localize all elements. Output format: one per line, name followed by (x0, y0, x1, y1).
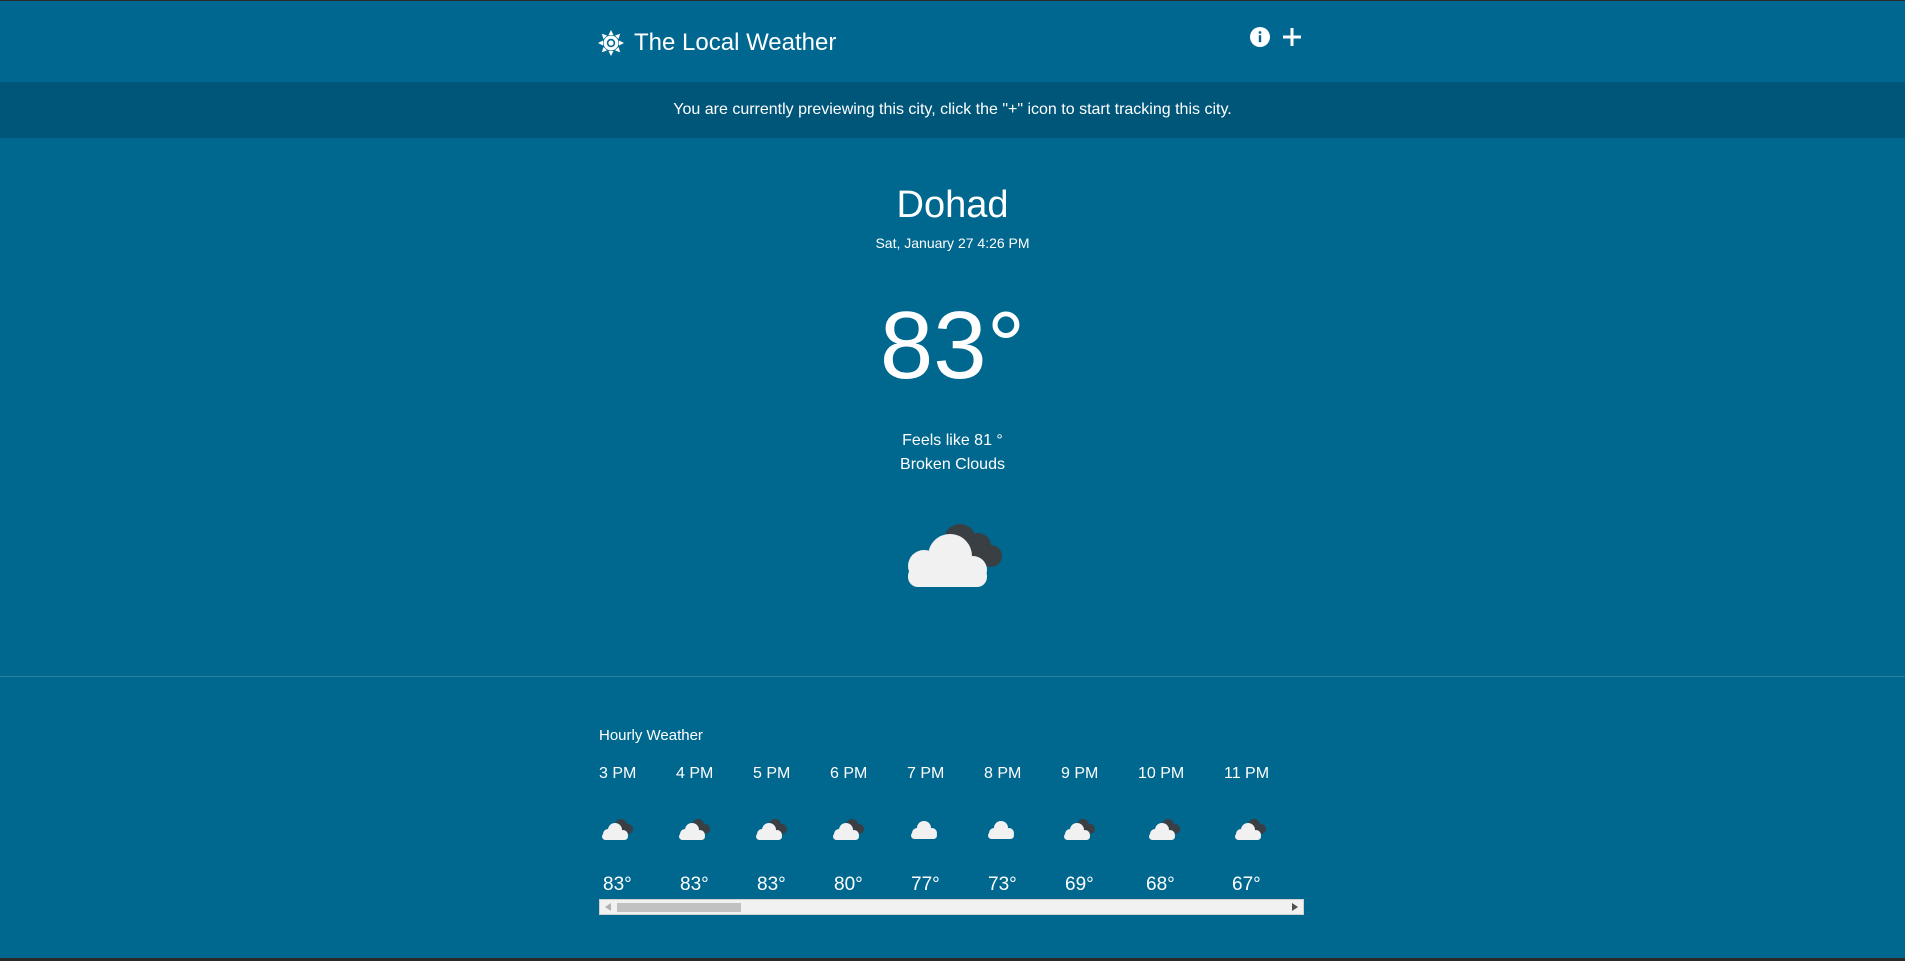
broken-clouds-icon (833, 819, 864, 840)
scroll-left-arrow[interactable] (603, 902, 613, 912)
broken-clouds-icon (1235, 819, 1266, 840)
feels-like: Feels like 81 ° (902, 432, 1003, 449)
hour-time: 5 PM (753, 765, 791, 782)
hour-time: 4 PM (676, 765, 714, 782)
broken-clouds-icon (908, 524, 1002, 587)
hour-time: 6 PM (830, 765, 868, 782)
broken-clouds-icon (1149, 819, 1180, 840)
hourly-strip[interactable]: 3 PM 83° 4 PM 83° 5 PM 83° 6 PM 80° 7 PM… (599, 765, 1304, 905)
hour-time: 8 PM (984, 765, 1022, 782)
hour-temp: 69° (1065, 874, 1094, 895)
info-button[interactable] (1250, 27, 1270, 47)
caret-left-icon (605, 903, 611, 911)
weather-condition: Broken Clouds (900, 456, 1005, 473)
hour-time: 9 PM (1061, 765, 1099, 782)
sun-icon (598, 30, 624, 56)
hourly-weather: Hourly Weather 3 PM 83° 4 PM 83° 5 PM 83… (0, 677, 1905, 958)
current-weather: Dohad Sat, January 27 4:26 PM 83° Feels … (0, 138, 1905, 676)
hour-temp: 83° (680, 874, 709, 895)
caret-right-icon (1292, 903, 1298, 911)
hour-time: 10 PM (1138, 765, 1185, 782)
hour-temp: 73° (988, 874, 1017, 895)
preview-banner: You are currently previewing this city, … (0, 82, 1905, 138)
local-datetime: Sat, January 27 4:26 PM (875, 235, 1030, 251)
cloud-icon (988, 821, 1014, 839)
hour-temp: 80° (834, 874, 863, 895)
scroll-right-arrow[interactable] (1290, 902, 1300, 912)
hour-temp: 68° (1146, 874, 1175, 895)
header-actions (1250, 27, 1302, 47)
preview-banner-text: You are currently previewing this city, … (673, 101, 1232, 118)
broken-clouds-icon (756, 819, 787, 840)
plus-icon (1283, 28, 1301, 46)
app-header: The Local Weather (0, 1, 1905, 82)
cloud-icon (911, 821, 937, 839)
hour-temp: 77° (911, 874, 940, 895)
scroll-thumb[interactable] (617, 903, 741, 912)
brand[interactable]: The Local Weather (598, 25, 836, 61)
broken-clouds-icon (602, 819, 633, 840)
hourly-scrollbar[interactable] (599, 899, 1304, 915)
app-title: The Local Weather (634, 29, 837, 56)
broken-clouds-icon (679, 819, 710, 840)
current-temperature: 83° (879, 292, 1026, 399)
hour-time: 3 PM (599, 765, 637, 782)
hour-time: 11 PM (1224, 765, 1270, 782)
broken-clouds-icon (1064, 819, 1095, 840)
hour-temp: 83° (603, 874, 632, 895)
city-name: Dohad (896, 184, 1009, 226)
hour-temp: 67° (1232, 874, 1261, 895)
hourly-title: Hourly Weather (599, 727, 703, 744)
hour-temp: 83° (757, 874, 786, 895)
hour-time: 7 PM (907, 765, 945, 782)
add-city-button[interactable] (1282, 27, 1302, 47)
info-icon (1250, 27, 1270, 47)
